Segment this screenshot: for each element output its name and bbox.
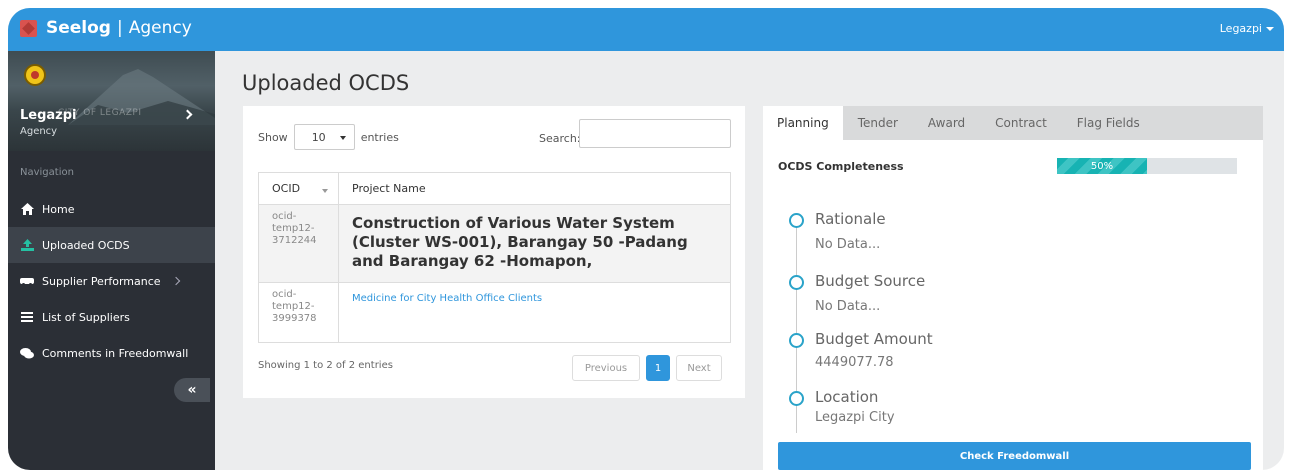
profile-panel[interactable]: CITY OF LEGAZPI Legazpi Agency <box>8 51 215 151</box>
column-header-project-name[interactable]: Project Name <box>338 172 731 205</box>
sidebar-item-label: Home <box>42 202 75 216</box>
project-name: Construction of Various Water System (Cl… <box>352 214 688 270</box>
field-value-budget-source: No Data... <box>815 299 881 314</box>
ocid-cell: ocid- temp12- 3712244 <box>258 204 339 283</box>
home-icon <box>20 203 34 215</box>
ocds-table: OCID Project Name ocid- temp12- 3712244 <box>258 172 731 343</box>
ocid-line: ocid- <box>272 211 297 222</box>
sidebar: CITY OF LEGAZPI Legazpi Agency Navigatio… <box>8 51 215 470</box>
table-info: Showing 1 to 2 of 2 entries <box>258 360 393 371</box>
ocid-line: 3712244 <box>272 235 317 246</box>
completeness-label: OCDS Completeness <box>778 160 904 173</box>
comments-icon <box>20 347 34 359</box>
check-freedomwall-button[interactable]: Check Freedomwall <box>778 442 1251 470</box>
field-value-rationale: No Data... <box>815 237 881 252</box>
top-navbar: Seelog | Agency Legazpi <box>8 8 1284 51</box>
timeline-dot-icon <box>789 333 804 348</box>
sidebar-item-label: Comments in Freedomwall <box>42 346 189 360</box>
chevron-right-icon <box>171 276 180 286</box>
show-label: Show <box>258 130 288 144</box>
field-title-budget-source: Budget Source <box>815 272 926 290</box>
caret-down-icon <box>1266 26 1274 31</box>
city-seal-icon <box>24 64 46 86</box>
tab-tender[interactable]: Tender <box>843 106 913 140</box>
entries-length-control: Show 10 entries <box>258 124 399 150</box>
column-header-label: Project Name <box>352 182 426 195</box>
ocid-line: 3999378 <box>272 313 317 324</box>
progress-fill: 50% <box>1057 158 1147 174</box>
caret-down-icon <box>339 136 346 140</box>
sort-icon <box>322 189 328 193</box>
list-icon <box>20 312 34 322</box>
tab-planning[interactable]: Planning <box>763 106 843 140</box>
sidebar-item-list-of-suppliers[interactable]: List of Suppliers <box>8 299 215 335</box>
brand-name: Seelog <box>46 18 111 38</box>
field-value-location: Legazpi City <box>815 410 895 425</box>
entries-select[interactable]: 10 <box>293 124 355 150</box>
field-title-rationale: Rationale <box>815 210 886 228</box>
completeness-progress-bar: 50% <box>1057 158 1237 174</box>
previous-page-button[interactable]: Previous <box>572 355 640 381</box>
project-name-cell: Construction of Various Water System (Cl… <box>338 204 731 283</box>
field-value-budget-amount: 4449077.78 <box>815 355 894 370</box>
ocid-line: temp12- <box>272 301 315 312</box>
sidebar-item-home[interactable]: Home <box>8 191 215 227</box>
timeline-dot-icon <box>789 275 804 290</box>
entries-label: entries <box>360 130 399 144</box>
search-label: Search: <box>539 132 581 145</box>
sidebar-item-uploaded-ocds[interactable]: Uploaded OCDS <box>8 227 215 263</box>
timeline-dot-icon <box>789 213 804 228</box>
field-title-budget-amount: Budget Amount <box>815 330 933 348</box>
ocds-detail-panel: Planning Tender Award Contract Flag Fiel… <box>763 106 1263 470</box>
tab-award[interactable]: Award <box>913 106 980 140</box>
ocds-table-panel: Show 10 entries Search: OCID Project Nam… <box>243 106 745 398</box>
tab-contract[interactable]: Contract <box>980 106 1062 140</box>
detail-tabs: Planning Tender Award Contract Flag Fiel… <box>763 106 1263 140</box>
timeline-dot-icon <box>789 391 804 406</box>
project-name-link[interactable]: Medicine for City Health Office Clients <box>352 289 730 304</box>
ocid-cell: ocid- temp12- 3999378 <box>258 282 339 343</box>
table-row[interactable]: ocid- temp12- 3712244 Construction of Va… <box>258 204 731 283</box>
logo-icon <box>20 19 37 37</box>
user-menu-label: Legazpi <box>1219 22 1262 35</box>
profile-role: Agency <box>20 126 58 137</box>
page-1-button[interactable]: 1 <box>646 355 670 381</box>
app-window: Seelog | Agency Legazpi CITY OF LEGAZPI … <box>8 8 1284 470</box>
next-page-button[interactable]: Next <box>676 355 722 381</box>
sidebar-item-comments-freedomwall[interactable]: Comments in Freedomwall <box>8 335 215 371</box>
column-header-label: OCID <box>272 182 301 195</box>
brand[interactable]: Seelog | Agency <box>20 18 192 38</box>
entries-select-value: 10 <box>311 130 326 144</box>
page-title: Uploaded OCDS <box>242 71 410 95</box>
field-title-location: Location <box>815 388 879 406</box>
nav-heading: Navigation <box>20 167 74 178</box>
sidebar-item-label: Uploaded OCDS <box>42 238 130 252</box>
brand-separator: | <box>116 18 123 38</box>
tab-flag-fields[interactable]: Flag Fields <box>1062 106 1155 140</box>
upload-icon <box>20 239 34 251</box>
search-input[interactable] <box>579 119 731 148</box>
sidebar-item-supplier-performance[interactable]: Supplier Performance <box>8 263 215 299</box>
table-header-row: OCID Project Name <box>258 172 731 205</box>
table-row[interactable]: ocid- temp12- 3999378 Medicine for City … <box>258 282 731 343</box>
sidebar-item-label: Supplier Performance <box>42 274 161 288</box>
ocid-line: temp12- <box>272 223 315 234</box>
sidebar-collapse-button[interactable]: « <box>174 378 210 402</box>
pagination: Previous 1 Next <box>572 355 722 381</box>
project-name-cell: Medicine for City Health Office Clients <box>338 282 731 343</box>
ocid-line: ocid- <box>272 289 297 300</box>
column-header-ocid[interactable]: OCID <box>258 172 339 205</box>
truck-icon <box>20 276 34 286</box>
sidebar-item-label: List of Suppliers <box>42 310 130 324</box>
user-menu[interactable]: Legazpi <box>1220 22 1274 35</box>
brand-section: Agency <box>128 18 192 38</box>
double-chevron-left-icon: « <box>187 382 197 398</box>
profile-name: Legazpi <box>20 108 77 123</box>
